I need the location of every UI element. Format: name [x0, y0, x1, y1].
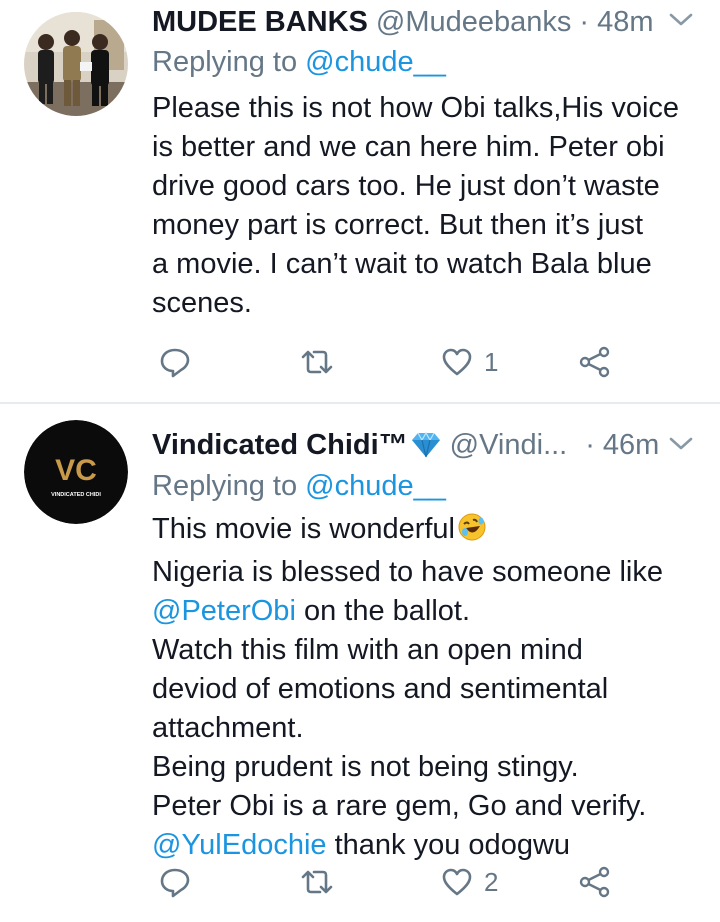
retweet-icon [298, 865, 336, 899]
tweet-text-line: Watch this film with an open mind [152, 634, 583, 666]
tweet-1[interactable]: MUDEE BANKS @Mudeebanks · 48m Replying t… [0, 0, 720, 402]
avatar-logo-text: VC [55, 454, 97, 487]
like-count: 1 [484, 346, 499, 377]
avatar[interactable] [24, 12, 128, 116]
replying-prefix: Replying to [152, 470, 298, 502]
reply-icon [158, 345, 192, 379]
reply-mention-link[interactable]: @chude__ [305, 46, 446, 78]
display-name[interactable]: MUDEE BANKS [152, 6, 368, 39]
separator: · [585, 428, 595, 461]
heart-icon [440, 345, 474, 379]
gem-emoji [410, 431, 442, 459]
tweet-text-line: Being prudent is not being stingy. [152, 751, 579, 783]
share-button[interactable] [578, 340, 612, 384]
reply-button[interactable] [158, 340, 192, 384]
tweet-text-line: is better and we can here him. Peter obi [152, 131, 665, 163]
retweet-icon [298, 345, 336, 379]
tweet-text-fragment: thank you odogwu [326, 829, 571, 861]
heart-icon [440, 865, 474, 899]
rolling-laugh-emoji [457, 512, 487, 553]
tweet-text-line: This movie is wonderful [152, 510, 704, 553]
retweet-button[interactable] [298, 860, 336, 904]
tweet-text-fragment: This movie is wonderful [152, 513, 455, 545]
tweet-text-line: Nigeria is blessed to have someone like [152, 556, 663, 588]
mention-link[interactable]: @YulEdochie [152, 829, 327, 861]
tweet-text-line: attachment. [152, 712, 304, 744]
display-name[interactable]: Vindicated Chidi™ [152, 429, 408, 462]
timestamp[interactable]: 46m [603, 429, 659, 462]
reply-mention-link[interactable]: @chude__ [305, 470, 446, 502]
reply-icon [158, 865, 192, 899]
tweet-text-line: a movie. I can’t wait to watch Bala blue [152, 248, 652, 280]
like-button[interactable]: 1 [440, 340, 498, 384]
tweet-header: Vindicated Chidi™ @Vindi... · 46m [152, 423, 704, 467]
tweet-header: MUDEE BANKS @Mudeebanks · 48m [152, 0, 704, 44]
tweet-actions: 1 [150, 340, 620, 384]
avatar-photo [24, 12, 128, 116]
tweet-actions: 2 [150, 860, 620, 904]
replying-prefix: Replying to [152, 46, 298, 78]
replying-to: Replying to @chude__ [152, 46, 446, 79]
separator: · [579, 5, 590, 38]
tweet-text-line: drive good cars too. He just don’t waste [152, 170, 660, 202]
reply-button[interactable] [158, 860, 192, 904]
user-handle[interactable]: @Mudeebanks [376, 6, 572, 39]
tweet-text-fragment: on the ballot. [295, 595, 471, 627]
timestamp[interactable]: 48m [597, 6, 653, 39]
mention-link[interactable]: @PeterObi [152, 595, 296, 627]
share-icon [578, 345, 612, 379]
chevron-down-icon[interactable] [668, 10, 694, 35]
avatar-caption: VINDICATED CHIDI [51, 492, 101, 498]
tweet-text-line: scenes. [152, 287, 252, 319]
chevron-down-icon[interactable] [668, 434, 694, 459]
tweet-text: This movie is wonderful Nigeria is bless… [152, 510, 704, 865]
user-handle[interactable]: @Vindi... [450, 429, 568, 462]
tweet-text-line: @PeterObi on the ballot. [152, 592, 704, 631]
like-button[interactable]: 2 [440, 860, 498, 904]
tweet-text-line: Please this is not how Obi talks,His voi… [152, 92, 680, 124]
retweet-button[interactable] [298, 340, 336, 384]
share-icon [578, 865, 612, 899]
tweet-text-line: deviod of emotions and sentimental [152, 673, 609, 705]
share-button[interactable] [578, 860, 612, 904]
like-count: 2 [484, 866, 499, 897]
tweet-2[interactable]: VC VINDICATED CHIDI Vindicated Chidi™ @V… [0, 404, 720, 922]
tweet-text-line: Peter Obi is a rare gem, Go and verify. [152, 790, 647, 822]
replying-to: Replying to @chude__ [152, 470, 446, 503]
tweet-text: Please this is not how Obi talks,His voi… [152, 89, 704, 323]
tweet-text-line: money part is correct. But then it’s jus… [152, 209, 644, 241]
avatar-logo: VC VINDICATED CHIDI [24, 420, 128, 524]
avatar[interactable]: VC VINDICATED CHIDI [24, 420, 128, 524]
